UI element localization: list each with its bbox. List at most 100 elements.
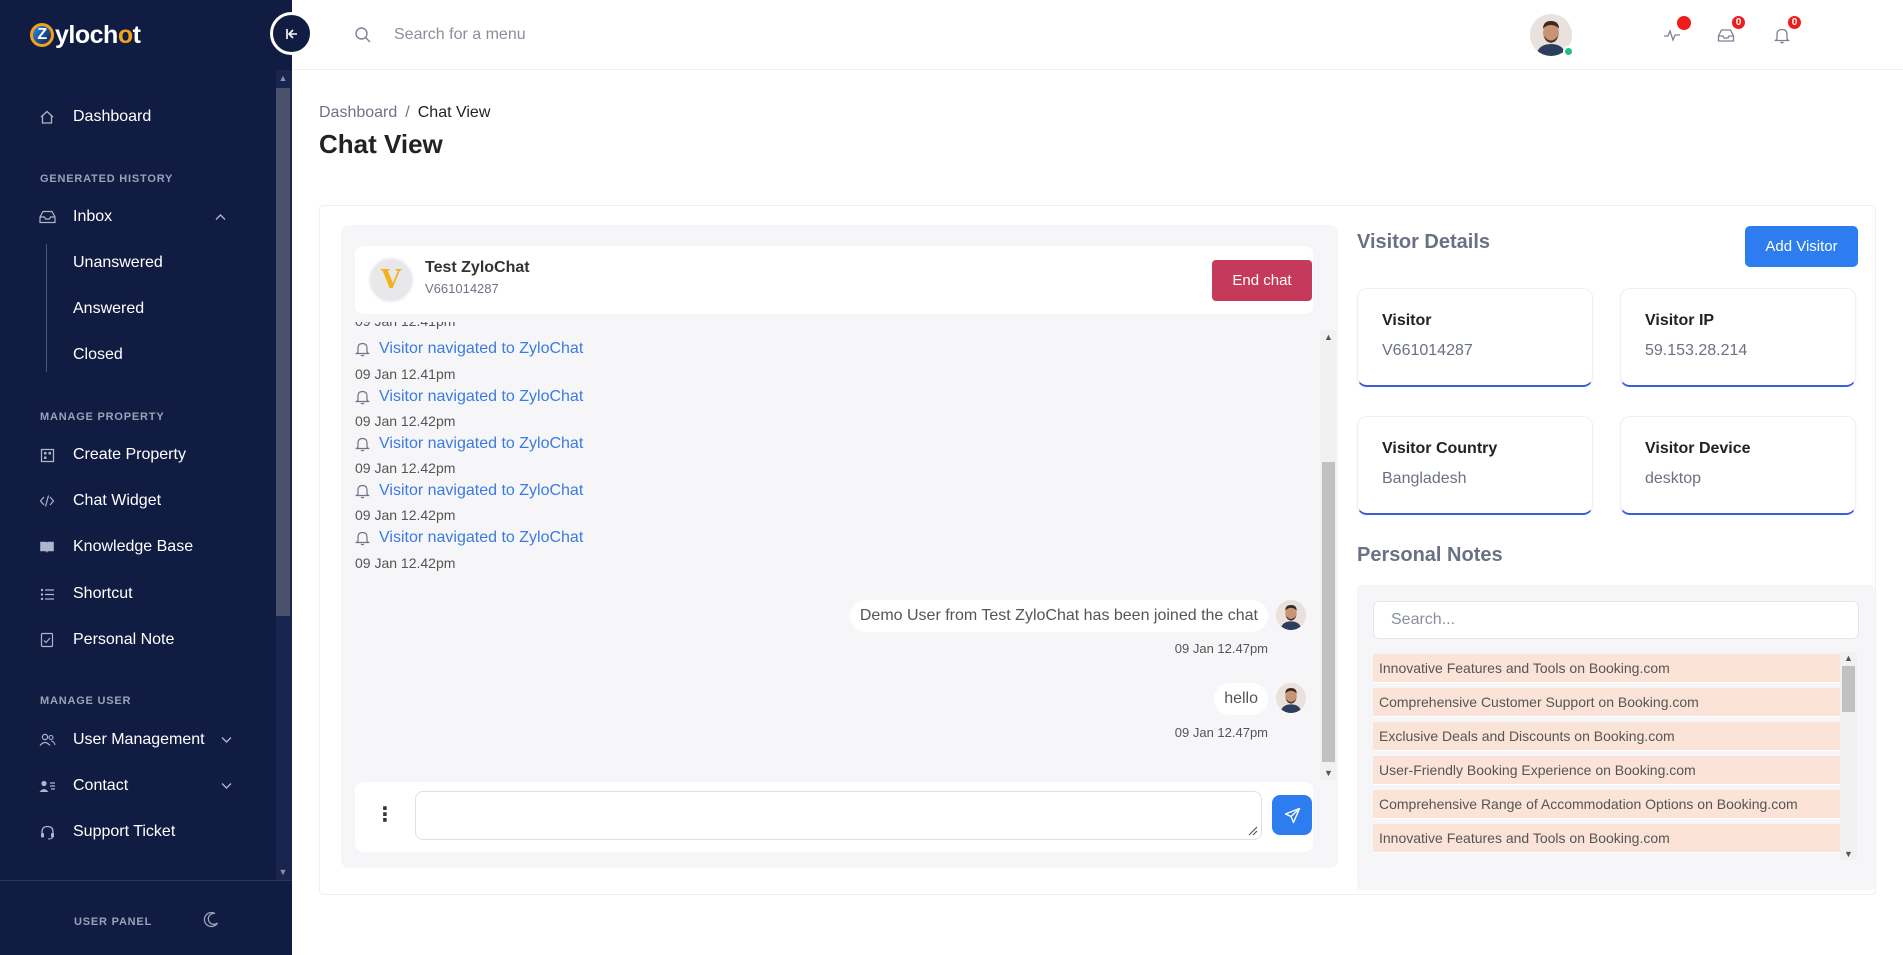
event-text[interactable]: Visitor navigated to ZyloChat — [379, 340, 583, 358]
message-list[interactable]: 09 Jan 12.41pm Visitor navigated to Zylo… — [355, 322, 1320, 760]
sidebar-item-user-management[interactable]: User Management — [0, 720, 270, 760]
message-scrollbar[interactable]: ▲ ▼ — [1320, 330, 1336, 780]
sidebar-item-knowledge-base[interactable]: Knowledge Base — [0, 527, 270, 567]
avatar-portrait-icon — [1276, 683, 1306, 713]
moon-icon[interactable] — [203, 911, 220, 933]
sidebar-item-shortcut[interactable]: Shortcut — [0, 574, 270, 614]
end-chat-button[interactable]: End chat — [1212, 260, 1312, 301]
visitor-avatar: V — [368, 257, 414, 303]
breadcrumb-current: Chat View — [417, 104, 491, 121]
list-icon — [38, 585, 56, 603]
visitor-card-value: Bangladesh — [1382, 470, 1467, 487]
sidebar-item-create-property[interactable]: Create Property — [0, 435, 270, 475]
visitor-card-value: V661014287 — [1382, 342, 1473, 359]
scroll-down-arrow-icon[interactable]: ▼ — [1322, 768, 1335, 778]
notes-scrollbar[interactable]: ▲ ▼ — [1840, 652, 1857, 860]
building-icon — [38, 446, 56, 464]
sidebar-scroll-thumb[interactable] — [276, 88, 290, 616]
sidebar-item-dashboard[interactable]: Dashboard — [0, 97, 270, 137]
scroll-up-arrow-icon[interactable]: ▲ — [276, 72, 290, 84]
search-icon — [354, 26, 372, 44]
event-text[interactable]: Visitor navigated to ZyloChat — [379, 482, 583, 500]
visitor-card-value: 59.153.28.214 — [1645, 342, 1748, 359]
event-timestamp: 09 Jan 12.41pm — [355, 366, 456, 382]
event-text[interactable]: Visitor navigated to ZyloChat — [379, 388, 583, 406]
chevron-down-icon — [221, 779, 232, 793]
section-manage-user: MANAGE USER — [40, 695, 132, 707]
event-text[interactable]: Visitor navigated to ZyloChat — [379, 529, 583, 547]
bell-icon — [355, 531, 370, 546]
sidebar: Zylo ch o t ▲ ▼ Dashboard GENERATED HISTORY… — [0, 0, 292, 955]
chat-visitor-id: V661014287 — [425, 281, 499, 296]
message-input[interactable] — [415, 791, 1262, 840]
sidebar-item-label: Personal Note — [73, 631, 175, 648]
note-item[interactable]: Innovative Features and Tools on Booking… — [1373, 654, 1840, 683]
chat-visitor-name: Test ZyloChat — [425, 259, 530, 276]
inbox-button[interactable]: 0 — [1715, 14, 1747, 46]
note-item[interactable]: Comprehensive Customer Support on Bookin… — [1373, 688, 1840, 717]
bell-icon — [355, 342, 370, 357]
visitor-card-label: Visitor IP — [1645, 312, 1715, 329]
message-scroll-thumb[interactable] — [1322, 462, 1335, 762]
notes-scroll-thumb[interactable] — [1842, 666, 1855, 712]
event-item: Visitor navigated to ZyloChat — [355, 340, 583, 358]
sidebar-item-label: Shortcut — [73, 585, 133, 602]
breadcrumb: Dashboard / Chat View — [319, 104, 490, 122]
note-item[interactable]: Exclusive Deals and Discounts on Booking… — [1373, 722, 1840, 751]
sidebar-item-label: Contact — [73, 777, 129, 794]
sidebar-item-chat-widget[interactable]: Chat Widget — [0, 481, 270, 521]
sidebar-item-personal-note[interactable]: Personal Note — [0, 620, 270, 660]
add-visitor-button[interactable]: Add Visitor — [1745, 226, 1858, 267]
notes-search-input[interactable] — [1373, 601, 1859, 639]
visitor-ip-card: Visitor IP 59.153.28.214 — [1620, 288, 1856, 387]
sidebar-subitem-closed[interactable]: Closed — [73, 346, 123, 364]
sidebar-item-label: Dashboard — [73, 108, 152, 125]
breadcrumb-separator: / — [405, 104, 410, 121]
submenu-guide-line — [46, 244, 47, 372]
sidebar-item-support-ticket[interactable]: Support Ticket — [0, 812, 270, 852]
sidebar-subitem-answered[interactable]: Answered — [73, 300, 144, 318]
bell-icon — [355, 484, 370, 499]
notifications-button[interactable]: 0 — [1771, 14, 1803, 46]
scroll-down-arrow-icon[interactable]: ▼ — [1842, 849, 1855, 859]
note-item[interactable]: Comprehensive Range of Accommodation Opt… — [1373, 790, 1840, 819]
sidebar-footer: USER PANEL — [0, 880, 292, 955]
sidebar-collapse-button[interactable] — [270, 12, 313, 55]
contact-card-icon — [38, 777, 56, 795]
sidebar-item-label: User Management — [73, 731, 205, 748]
send-button[interactable] — [1272, 795, 1312, 835]
agent-avatar — [1276, 600, 1306, 630]
logo-z-mark: Z — [30, 23, 54, 47]
inbox-tray-icon — [1717, 28, 1735, 42]
menu-search-input[interactable] — [394, 22, 694, 48]
more-options-icon[interactable]: ⋮ — [375, 804, 395, 826]
inbox-icon — [38, 208, 56, 226]
collapse-arrow-icon — [285, 28, 297, 39]
online-status-dot — [1563, 46, 1574, 57]
logo-text-b: ch — [89, 20, 119, 49]
zylochat-logo[interactable]: Zylo ch o t — [30, 18, 141, 52]
visitor-card-label: Visitor — [1382, 312, 1432, 329]
event-item: Visitor navigated to ZyloChat — [355, 482, 583, 500]
visitor-card-label: Visitor Country — [1382, 440, 1498, 457]
scroll-up-arrow-icon[interactable]: ▲ — [1842, 653, 1855, 663]
personal-notes-title: Personal Notes — [1357, 544, 1503, 566]
home-icon — [38, 108, 56, 126]
paper-plane-icon — [1284, 807, 1300, 823]
activity-button[interactable] — [1661, 14, 1693, 46]
sidebar-subitem-unanswered[interactable]: Unanswered — [73, 254, 163, 272]
sidebar-item-contact[interactable]: Contact — [0, 766, 270, 806]
event-text[interactable]: Visitor navigated to ZyloChat — [379, 435, 583, 453]
scroll-up-arrow-icon[interactable]: ▲ — [1322, 332, 1335, 342]
avatar-portrait-icon — [1276, 600, 1306, 630]
visitor-card-label: Visitor Device — [1645, 440, 1751, 457]
note-item[interactable]: Innovative Features and Tools on Booking… — [1373, 824, 1840, 853]
scroll-down-arrow-icon[interactable]: ▼ — [276, 866, 290, 878]
section-manage-property: MANAGE PROPERTY — [40, 411, 165, 423]
chevron-up-icon — [215, 210, 226, 224]
breadcrumb-link-dashboard[interactable]: Dashboard — [319, 104, 397, 121]
note-item[interactable]: User-Friendly Booking Experience on Book… — [1373, 756, 1840, 785]
resize-grip-icon[interactable] — [1246, 824, 1258, 836]
sidebar-item-inbox[interactable]: Inbox — [0, 197, 270, 237]
visitor-card: Visitor V661014287 — [1357, 288, 1593, 387]
